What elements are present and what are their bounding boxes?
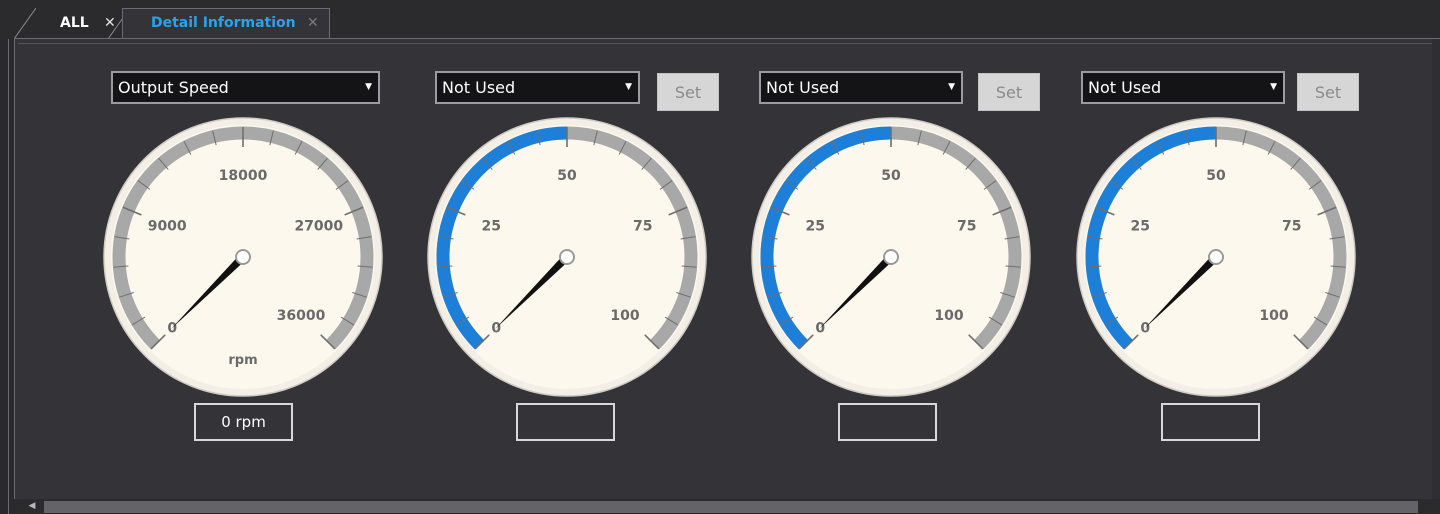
dial-scale-label: 75 [633, 219, 652, 235]
gauge-2-set-button[interactable]: Set [657, 73, 719, 111]
gauge-1-source-select[interactable]: Output Speed ▼ [111, 71, 380, 104]
horizontal-scrollbar-thumb[interactable] [44, 501, 1418, 513]
dial-scale-label: 100 [610, 308, 639, 324]
dial-needle-hub [883, 249, 899, 265]
gauge-4-dial: 0 25 50 75 100 [1076, 117, 1356, 397]
gauge-3-source-select[interactable]: Not Used ▼ [759, 71, 963, 104]
panel-top-border [18, 43, 1440, 44]
window-left-edge [8, 39, 9, 514]
dial-scale-label: 36000 [277, 308, 326, 324]
dial-scale-label: 25 [481, 219, 500, 235]
tab-detail-label: Detail Information [151, 15, 296, 31]
dial-needle-hub [559, 249, 575, 265]
gauge-3-readout [838, 403, 937, 441]
dial-needle-hub [1208, 249, 1224, 265]
gauge-3-set-button[interactable]: Set [978, 73, 1040, 111]
gauge-3-dial: 0 25 50 75 100 [751, 117, 1031, 397]
gauge-4-readout [1161, 403, 1260, 441]
gauge-3-select-value: Not Used [766, 78, 840, 97]
dial-scale-label: 25 [1130, 219, 1149, 235]
dial-scale-label: 27000 [294, 219, 343, 235]
dial-scale-label: 0 [1140, 321, 1150, 337]
dial-scale-label: 75 [957, 219, 976, 235]
dial-scale-label: 18000 [219, 168, 268, 184]
dial-scale-label: 0 [491, 321, 501, 337]
gauge-2-readout [516, 403, 615, 441]
dial-scale-label: 50 [1206, 168, 1226, 184]
gauge-2-dial: 0 25 50 75 100 [427, 117, 707, 397]
dropdown-arrow-icon: ▼ [365, 82, 372, 92]
dial-scale-label: 50 [881, 168, 901, 184]
dial-needle-hub [235, 249, 251, 265]
dial-scale-label: 0 [815, 321, 825, 337]
dial-scale-label: 9000 [148, 219, 187, 235]
panel-right-edge [1432, 39, 1440, 501]
gauge-2-source-select[interactable]: Not Used ▼ [435, 71, 640, 104]
gauge-1-readout: 0 rpm [194, 403, 293, 441]
dial-scale-label: 100 [1259, 308, 1288, 324]
tab-all-label: ALL [60, 15, 89, 31]
tab-detail-close-icon[interactable]: ✕ [307, 8, 319, 39]
dial-scale-label: 50 [557, 168, 577, 184]
dial-scale-label: 100 [934, 308, 963, 324]
dropdown-arrow-icon: ▼ [948, 82, 955, 92]
gauge-1-select-value: Output Speed [118, 78, 229, 97]
scroll-left-arrow-icon[interactable]: ◀ [26, 500, 38, 513]
dial-scale-label: 75 [1282, 219, 1301, 235]
tab-detail-information[interactable]: Detail Information ✕ [122, 8, 330, 39]
gauge-4-select-value: Not Used [1088, 78, 1162, 97]
gauge-4-set-button[interactable]: Set [1297, 73, 1359, 111]
gauge-1-dial: 0 9000 18000 27000 36000 rpm [103, 117, 383, 397]
gauge-4-source-select[interactable]: Not Used ▼ [1081, 71, 1285, 104]
gauge-2-select-value: Not Used [442, 78, 516, 97]
dial-scale-label: 25 [805, 219, 824, 235]
dropdown-arrow-icon: ▼ [625, 82, 632, 92]
dial-scale-label: 0 [167, 321, 177, 337]
dropdown-arrow-icon: ▼ [1270, 82, 1277, 92]
dial-unit-label: rpm [228, 353, 257, 368]
